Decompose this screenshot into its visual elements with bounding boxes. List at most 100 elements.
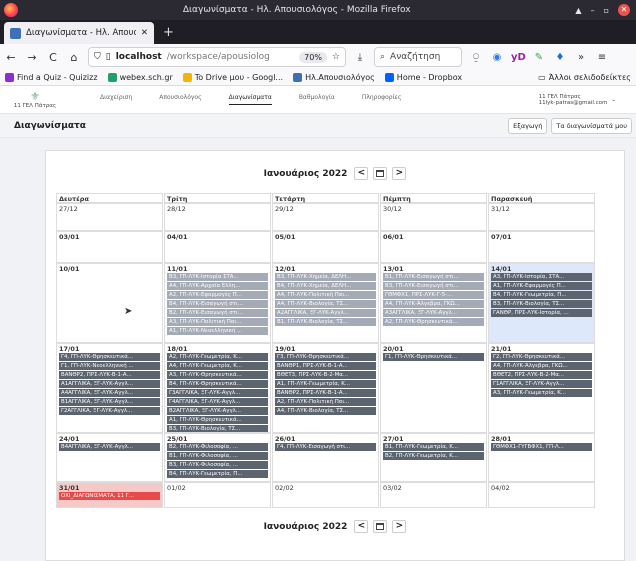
- hamburger-menu-icon[interactable]: ≡: [595, 52, 609, 63]
- day-cell[interactable]: 29/12: [272, 203, 379, 231]
- exam-event[interactable]: Α4, ΓΠ-ΛΥΚ-Γεωμετρία, Κ...: [167, 362, 268, 370]
- exam-event[interactable]: Β3, ΓΠ-ΛΥΚ-Φιλοσοφία, ...: [167, 461, 268, 469]
- exam-event[interactable]: Α4, ΓΠ-ΛΥΚ-Βιολογία, ΤΣ...: [275, 407, 376, 415]
- bookmark-dropbox[interactable]: Home - Dropbox: [384, 73, 462, 82]
- exam-event[interactable]: Α4, ΓΠ-ΛΥΚ-Άλγεβρα, ΓΚΩ...: [491, 362, 592, 370]
- exam-event[interactable]: Β4, ΓΠ-ΛΥΚ-Εισαγωγή στι...: [167, 300, 268, 308]
- back-button[interactable]: ←: [4, 51, 18, 64]
- exam-event[interactable]: Β3, ΓΠ-ΛΥΚ-Εισαγωγή στι...: [383, 282, 484, 290]
- day-cell[interactable]: 07/01: [488, 231, 595, 263]
- school-brand[interactable]: ⚜ 11 ΓΕΛ Πάτρας: [0, 90, 70, 109]
- day-cell[interactable]: 25/01 Β2, ΓΠ-ΛΥΚ-Φιλοσοφία, ... Β1, ΓΠ-ΛΥΚ…: [164, 433, 271, 482]
- zoom-level-badge[interactable]: 70%: [299, 51, 327, 63]
- extension-brush-icon[interactable]: ✎: [532, 52, 546, 63]
- day-cell[interactable]: 12/01 Β3, ΓΠ-ΛΥΚ-Χημεία, ΔΕΛΗ... Β4, ΓΠ-ΛΥ…: [272, 263, 379, 343]
- day-cell[interactable]: 04/02: [488, 482, 595, 508]
- exam-event[interactable]: Α2, ΓΠ-ΛΥΚ-Γεωμετρία, Κ...: [167, 353, 268, 361]
- user-menu[interactable]: 11 ΓΕΛ Πάτρας 11lyk-patras@gmail.com ⌄: [539, 94, 616, 106]
- exam-event[interactable]: ΒΘΕΤ2, ΠΡΣ-ΛΥΚ-Β-2-Μα...: [491, 371, 592, 379]
- exam-event[interactable]: Β4, ΓΠ-ΛΥΚ-Χημεία, ΔΕΛΗ...: [275, 282, 376, 290]
- day-cell[interactable]: 19/01 Γ3, ΓΠ-ΛΥΚ-Θρησκευτικά... ΒΑΝΘΡ1, ΠΡ…: [272, 343, 379, 433]
- exam-event[interactable]: Β1ΑΓΓΛΙΚΑ, ΞΓ-ΛΥΚ-Αγγλ...: [59, 398, 160, 406]
- url-bar[interactable]: ⛉ ▯ localhost/workspace/apousiolog 70% ☆: [88, 47, 346, 67]
- bookmark-webex[interactable]: webex.sch.gr: [107, 73, 173, 82]
- window-close-icon[interactable]: ✕: [618, 4, 630, 16]
- exam-event[interactable]: Β1, ΓΠ-ΛΥΚ-Εισαγωγή στι...: [383, 273, 484, 281]
- day-cell[interactable]: 28/01 ΓΘΜΦΧ1-ΓΥΓΒΦΧ1, ΓΠ-Λ...: [488, 433, 595, 482]
- day-cell[interactable]: 03/01: [56, 231, 163, 263]
- exam-event[interactable]: Α4, ΓΠ-ΛΥΚ-Πολιτική Παι...: [275, 291, 376, 299]
- day-cell[interactable]: 06/01: [380, 231, 487, 263]
- exam-event[interactable]: Β3, ΓΠ-ΛΥΚ-Βιολογία, ΤΣ...: [491, 300, 592, 308]
- day-cell[interactable]: 01/02: [164, 482, 271, 508]
- exam-event[interactable]: Β3, ΓΠ-ΛΥΚ-Ιστορία ΣΤΑ...: [167, 273, 268, 281]
- exam-event[interactable]: Α2, ΓΠ-ΛΥΚ-Θρησκευτικά...: [383, 318, 484, 326]
- exam-event[interactable]: Β4, ΓΠ-ΛΥΚ-Γεωμετρία, Π...: [491, 291, 592, 299]
- exam-event[interactable]: Γ2, ΓΠ-ΛΥΚ-Θρησκευτικά...: [491, 353, 592, 361]
- download-icon[interactable]: ⤓: [353, 52, 367, 63]
- browser-tab[interactable]: Διαγωνίσματα - Ηλ. Απουσ ✕: [4, 22, 154, 44]
- day-cell[interactable]: 20/01 Γ1, ΓΠ-ΛΥΚ-Θρησκευτικά...: [380, 343, 487, 433]
- day-cell[interactable]: 17/01 Γ4, ΓΠ-ΛΥΚ-Θρησκευτικά... Γ1, ΓΠ-ΛΥΚ…: [56, 343, 163, 433]
- exam-event[interactable]: Β3, ΓΠ-ΛΥΚ-Χημεία, ΔΕΛΗ...: [275, 273, 376, 281]
- exam-event[interactable]: Α3, ΓΠ-ΛΥΚ-Ιστορία, ΣΤΑ...: [491, 273, 592, 281]
- exam-event[interactable]: Γ1, ΓΠ-ΛΥΚ-Θρησκευτικά...: [383, 353, 484, 361]
- next-month-button[interactable]: >: [392, 167, 407, 180]
- exam-event[interactable]: Α3, ΓΠ-ΛΥΚ-Θρησκευτικά...: [167, 371, 268, 379]
- exam-event[interactable]: Β2, ΓΠ-ΛΥΚ-Εισαγωγή στι...: [167, 309, 268, 317]
- prev-month-button[interactable]: <: [354, 167, 369, 180]
- exam-event[interactable]: ΓΘΜΦΧ1, ΠΡΣ-ΛΥΚ-Γ-5-...: [383, 291, 484, 299]
- exam-event[interactable]: ΟΧΙ_ΔΙΑΓΩΝΙΣΜΑΤΑ, 11 Γ...: [59, 492, 160, 500]
- search-box[interactable]: ⌕ Αναζήτηση: [374, 47, 462, 67]
- tab-close-icon[interactable]: ✕: [141, 28, 148, 38]
- exam-event[interactable]: Γ3, ΓΠ-ΛΥΚ-Θρησκευτικά...: [275, 353, 376, 361]
- exam-event[interactable]: Α4ΑΓΓΛΙΚΑ, ΞΓ-ΛΥΚ-Αγγλ...: [59, 389, 160, 397]
- day-cell[interactable]: 26/01 Γ4, ΓΠ-ΛΥΚ-Εισαγωγή στι...: [272, 433, 379, 482]
- extension-screenshot-icon[interactable]: ◉: [490, 52, 504, 63]
- translate-icon[interactable]: ⍜: [469, 52, 483, 63]
- reload-button[interactable]: C: [46, 51, 60, 64]
- exam-event[interactable]: Β1, ΓΠ-ΛΥΚ-Βιολογία, ΤΣ...: [275, 318, 376, 326]
- exam-event[interactable]: Α2, ΓΠ-ΛΥΚ-Πολιτική Παι...: [275, 398, 376, 406]
- exam-event[interactable]: Α1, ΓΠ-ΛΥΚ-Νεοελληνική ...: [167, 327, 268, 335]
- day-cell[interactable]: 02/02: [272, 482, 379, 508]
- exam-event[interactable]: Γ4, ΓΠ-ΛΥΚ-Θρησκευτικά...: [59, 353, 160, 361]
- exam-event[interactable]: Β2, ΓΠ-ΛΥΚ-Φιλοσοφία, ...: [167, 443, 268, 451]
- exam-event[interactable]: Β4, ΓΠ-ΛΥΚ-Θρησκευτικά...: [167, 380, 268, 388]
- exam-event[interactable]: ΓΘΜΦΧ1-ΓΥΓΒΦΧ1, ΓΠ-Λ...: [491, 443, 592, 451]
- day-cell[interactable]: 04/01: [164, 231, 271, 263]
- bookmark-google-drive[interactable]: To Drive μου - Googl...: [182, 73, 283, 82]
- day-cell[interactable]: 11/01 Β3, ΓΠ-ΛΥΚ-Ιστορία ΣΤΑ... Α4, ΓΠ-ΛΥΚ…: [164, 263, 271, 343]
- new-tab-button[interactable]: +: [163, 22, 174, 44]
- forward-button[interactable]: →: [25, 51, 39, 64]
- minimize-icon[interactable]: ▲: [575, 6, 581, 15]
- window-minimize-icon[interactable]: –: [591, 6, 595, 15]
- day-cell[interactable]: 31/12: [488, 203, 595, 231]
- nav-info[interactable]: Πληροφορίες: [362, 94, 402, 105]
- exam-event[interactable]: Α3ΑΓΓΛΙΚΑ, ΞΓ-ΛΥΚ-Αγγλ...: [383, 309, 484, 317]
- day-cell[interactable]: 24/01 Β4ΑΓΓΛΙΚΑ, ΞΓ-ΛΥΚ-Αγγλ...: [56, 433, 163, 482]
- exam-event[interactable]: Α3, ΓΠ-ΛΥΚ-Πολιτική Παι...: [167, 318, 268, 326]
- nav-grades[interactable]: Βαθμολογία: [299, 94, 335, 105]
- exam-event[interactable]: Β2ΑΓΓΛΙΚΑ, ΞΓ-ΛΥΚ-Αγγλ...: [167, 407, 268, 415]
- day-cell[interactable]: 03/02: [380, 482, 487, 508]
- next-month-button-bottom[interactable]: >: [392, 520, 407, 533]
- exam-event[interactable]: Γ4ΑΓΓΛΙΚΑ, ΞΓ-ΛΥΚ-Αγγλ...: [167, 398, 268, 406]
- day-cell[interactable]: 27/01 Β1, ΓΠ-ΛΥΚ-Γεωμετρία, Κ... Β2, ΓΠ-ΛΥ…: [380, 433, 487, 482]
- day-cell[interactable]: 27/12: [56, 203, 163, 231]
- exam-event[interactable]: Α2, ΓΠ-ΛΥΚ-Εφαρμογές Π...: [167, 291, 268, 299]
- exam-event[interactable]: Β2, ΓΠ-ΛΥΚ-Γεωμετρία, Κ...: [383, 452, 484, 460]
- exam-event[interactable]: Γ1ΑΓΓΛΙΚΑ, ΞΓ-ΛΥΚ-Αγγλ...: [491, 380, 592, 388]
- extension-hat-icon[interactable]: ♦: [553, 52, 567, 63]
- nav-exams[interactable]: Διαγωνίσματα: [228, 94, 272, 105]
- bookmark-star-icon[interactable]: ☆: [332, 52, 340, 62]
- day-cell[interactable]: 13/01 Β1, ΓΠ-ΛΥΚ-Εισαγωγή στι... Β3, ΓΠ-ΛΥ…: [380, 263, 487, 343]
- exam-event[interactable]: Α1, ΓΠ-ΛΥΚ-Θρησκευτικά...: [167, 416, 268, 424]
- overflow-menu-icon[interactable]: »: [574, 52, 588, 63]
- exam-event[interactable]: Β4, ΓΠ-ΛΥΚ-Γεωμετρία, Π...: [167, 470, 268, 478]
- day-cell[interactable]: 18/01 Α2, ΓΠ-ΛΥΚ-Γεωμετρία, Κ... Α4, ΓΠ-ΛΥ…: [164, 343, 271, 433]
- exam-event[interactable]: Β1, ΓΠ-ΛΥΚ-Φιλοσοφία, ...: [167, 452, 268, 460]
- nav-admin[interactable]: Διαχείριση: [100, 94, 132, 105]
- exam-event[interactable]: Α4, ΓΠ-ΛΥΚ-Βιολογία, ΤΣ...: [275, 300, 376, 308]
- exam-event[interactable]: ΒΑΝΘΡ1, ΠΡΣ-ΛΥΚ-Β-1-Α...: [275, 362, 376, 370]
